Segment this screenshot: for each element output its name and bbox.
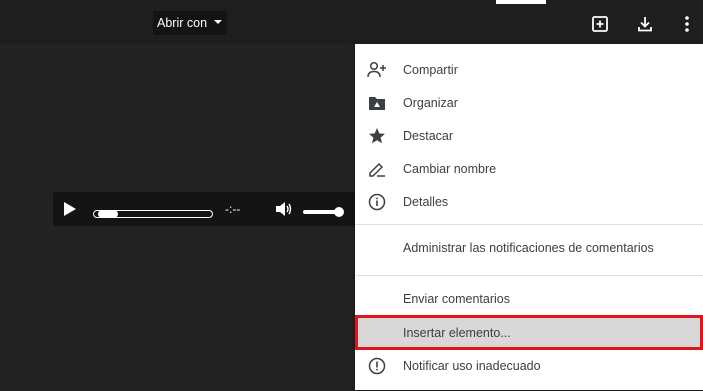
menu-item-enviar-comentarios[interactable]: Enviar comentarios xyxy=(355,282,703,315)
menu-item-label: Compartir xyxy=(403,62,458,77)
menu-item-label: Notificar uso inadecuado xyxy=(403,358,541,373)
seek-bar[interactable] xyxy=(93,205,213,218)
menu-item-administrar-notificaciones[interactable]: Administrar las notificaciones de coment… xyxy=(355,231,703,264)
star-icon xyxy=(367,126,387,146)
add-person-icon xyxy=(367,60,387,80)
folder-move-icon xyxy=(367,93,387,113)
top-bar: Abrir con xyxy=(0,0,703,44)
caret-down-icon xyxy=(213,16,223,30)
menu-item-compartir[interactable]: Compartir xyxy=(355,53,703,86)
menu-divider xyxy=(355,224,703,225)
volume-slider[interactable] xyxy=(303,204,345,217)
play-icon[interactable] xyxy=(63,201,77,222)
menu-item-insertar-elemento[interactable]: Insertar elemento... xyxy=(355,315,703,350)
download-icon[interactable] xyxy=(635,14,655,34)
volume-thumb xyxy=(334,207,344,217)
open-with-button[interactable]: Abrir con xyxy=(153,11,228,35)
report-icon xyxy=(367,356,387,376)
menu-item-cambiar-nombre[interactable]: Cambiar nombre xyxy=(355,152,703,185)
menu-item-label: Cambiar nombre xyxy=(403,161,497,176)
seek-thumb xyxy=(98,210,118,218)
menu-item-detalles[interactable]: Detalles xyxy=(355,185,703,218)
menu-item-label: Administrar las notificaciones de coment… xyxy=(403,240,654,255)
menu-item-organizar[interactable]: Organizar xyxy=(355,86,703,119)
menu-item-notificar-uso[interactable]: Notificar uso inadecuado xyxy=(355,349,703,382)
menu-divider xyxy=(355,275,703,276)
menu-item-label: Detalles xyxy=(403,194,449,209)
rename-pencil-icon xyxy=(367,159,387,179)
menu-item-label: Enviar comentarios xyxy=(403,291,510,306)
info-icon xyxy=(367,192,387,212)
time-readout: -:-- xyxy=(225,202,241,216)
menu-item-label: Destacar xyxy=(403,128,454,143)
open-with-label: Abrir con xyxy=(157,16,208,30)
context-menu: Compartir Organizar Destacar Cambiar nom… xyxy=(355,44,703,390)
menu-item-label: Organizar xyxy=(403,95,458,110)
menu-item-label: Insertar elemento... xyxy=(403,325,511,340)
add-shortcut-icon[interactable] xyxy=(590,14,610,34)
audio-player: -:-- xyxy=(53,192,365,226)
volume-icon[interactable] xyxy=(275,201,293,222)
menu-item-destacar[interactable]: Destacar xyxy=(355,119,703,152)
more-vert-icon[interactable] xyxy=(677,14,697,34)
top-notch xyxy=(496,0,546,4)
